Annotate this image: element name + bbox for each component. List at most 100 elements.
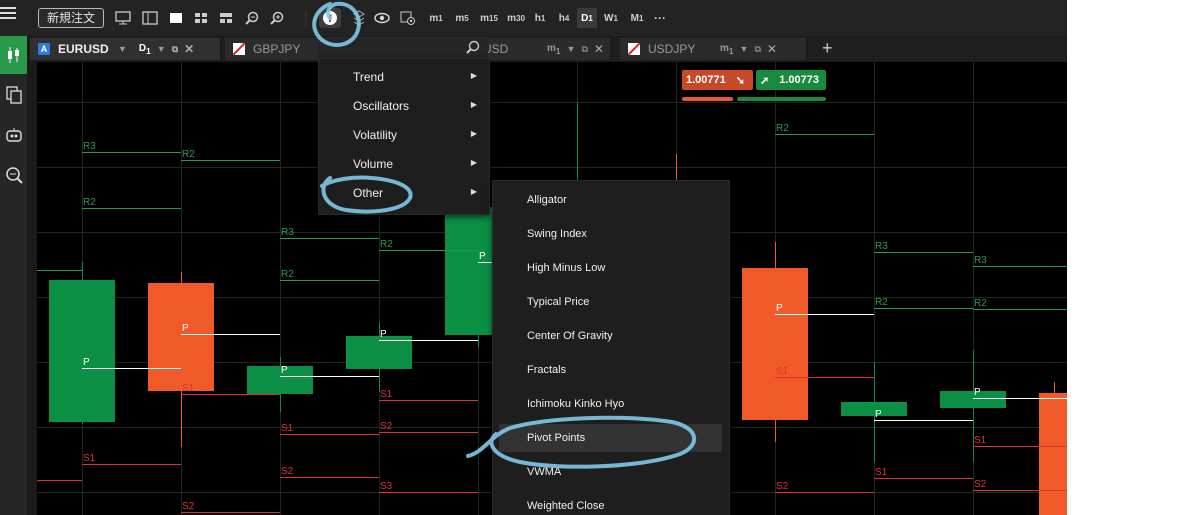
menu-item-alligator[interactable]: Alligator [499,186,722,214]
menu-item-fractals[interactable]: Fractals [499,356,722,384]
asset-badge: A [38,43,50,55]
grid-layout-icon[interactable] [191,8,211,28]
tab-timeframe: D1 [138,42,151,56]
tab-usd[interactable]: USD m1 ▼ ⧉ ✕ [475,38,611,60]
buy-price-button[interactable]: ➚ 1.00773 [756,70,826,90]
top-toolbar: 新規注文 f m 1 m 5 m 15 m 30 h 1 h 4 D 1 W 1… [0,0,1067,36]
timeframe-h4[interactable]: h4 [555,8,573,28]
tab-usdjpy[interactable]: USDJPY m1 ▼ ⧉ ✕ [620,38,807,60]
indicator-search[interactable] [318,37,488,58]
menu-item-volume[interactable]: Volume ▶ [319,150,489,179]
detach-icon[interactable]: ⧉ [581,44,587,55]
add-tab-icon[interactable]: + [822,38,833,59]
bullish-candle [940,391,1006,408]
menu-item-weighted-close[interactable]: Weighted Close [499,492,722,515]
settings-icon[interactable] [398,8,418,28]
support-line [37,480,82,481]
eye-icon[interactable] [372,8,392,28]
support-line [379,492,478,493]
r2-label: R2 [83,197,96,208]
resistance-line [82,208,181,209]
pivot-label: P [776,303,783,314]
menu-icon[interactable] [0,6,18,20]
search-chart-icon[interactable] [0,156,27,194]
menu-item-center-of-gravity[interactable]: Center Of Gravity [499,322,722,350]
support-line [379,432,478,433]
r2-label: R2 [974,298,987,309]
indicators-icon[interactable]: f [319,8,341,28]
screen-icon[interactable] [113,8,133,28]
timeframe-m30[interactable]: m 30 [504,8,528,28]
support-line [973,490,1067,491]
close-icon[interactable]: ✕ [184,42,194,56]
close-icon[interactable]: ✕ [594,42,604,56]
menu-item-swing-index[interactable]: Swing Index [499,220,722,248]
s1-label: S1 [974,435,987,446]
chart-tabs: A EURUSD ▼ D1 ▼ ⧉ ✕ GBPJPY USD m1 ▼ ⧉ ✕ … [30,37,1067,61]
buy-volume-bar [737,97,826,101]
menu-item-high-minus-low[interactable]: High Minus Low [499,254,722,282]
pivot-label: P [83,357,90,368]
left-rail [0,36,27,515]
timeframe-w1[interactable]: W1 [601,8,621,28]
candle-wick [577,102,578,182]
new-order-button[interactable]: 新規注文 [38,8,104,28]
more-timeframes-button[interactable]: ··· [650,8,670,28]
tab-timeframe: m1 [720,42,734,56]
menu-item-typical-price[interactable]: Typical Price [499,288,722,316]
layout-icon[interactable] [140,8,160,28]
pivot-line [775,314,874,315]
s2-label: S2 [281,466,294,477]
s1-label: S1 [875,467,888,478]
pivot-label: P [182,323,189,334]
r3-label: R3 [281,227,294,238]
tile-layout-icon[interactable] [216,8,236,28]
arrow-up-right-icon: ➚ [760,74,770,87]
tab-symbol: USD [483,42,509,56]
robot-icon[interactable] [0,116,27,154]
timeframe-d1[interactable]: D1 [577,8,597,28]
chevron-down-icon[interactable]: ▼ [118,44,127,54]
chevron-down-icon[interactable]: ▼ [567,44,576,54]
layers-icon[interactable] [350,8,368,28]
menu-item-volatility[interactable]: Volatility ▶ [319,121,489,150]
r3-label: R3 [974,255,987,266]
pivot-label: P [479,251,486,262]
detach-icon[interactable]: ⧉ [172,44,178,55]
close-icon[interactable]: ✕ [767,42,777,56]
menu-item-trend[interactable]: Trend ▶ [319,63,489,92]
timeframe-m1[interactable]: m1 [426,8,446,28]
timeframe-m5[interactable]: m5 [452,8,472,28]
timeframe-m15[interactable]: m 15 [477,8,501,28]
menu-item-vwma[interactable]: VWMA [499,458,722,486]
resistance-line [973,309,1067,310]
grid-line [280,62,281,515]
timeframe-mn1[interactable]: M1 [627,8,647,28]
resistance-line [379,250,478,251]
pivot-line [973,398,1067,399]
support-line [973,446,1067,447]
tab-eurusd[interactable]: A EURUSD ▼ D1 ▼ ⧉ ✕ [30,38,221,60]
chevron-down-icon[interactable]: ▼ [157,44,166,54]
s1-label: S1 [380,389,393,400]
pivot-label: P [380,329,387,340]
resistance-line [280,238,379,239]
menu-item-other[interactable]: Other ▶ [319,179,489,208]
chart-icon[interactable] [0,36,27,74]
bearish-candle [742,268,808,420]
menu-item-pivot-points[interactable]: Pivot Points [499,424,722,452]
sell-price-button[interactable]: 1.00771 ➘ [682,70,753,90]
s2-label: S2 [776,481,789,492]
r3-label: R3 [83,141,96,152]
chevron-down-icon[interactable]: ▼ [740,44,749,54]
menu-item-ichimoku[interactable]: Ichimoku Kinko Hyo [499,390,722,418]
menu-item-oscillators[interactable]: Oscillators ▶ [319,92,489,121]
zoom-in-icon[interactable] [267,8,287,28]
support-line [874,478,973,479]
search-icon [466,40,480,59]
zoom-out-icon[interactable] [242,8,262,28]
timeframe-h1[interactable]: h1 [531,8,549,28]
single-layout-icon[interactable] [166,8,186,28]
copy-icon[interactable] [0,76,27,114]
detach-icon[interactable]: ⧉ [754,44,760,55]
